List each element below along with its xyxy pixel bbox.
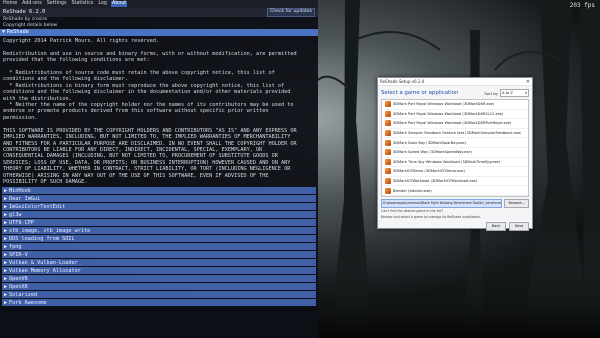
dialog-heading-row: Select a game or application Sort by A t…	[378, 86, 532, 99]
list-item-label: 3DMark Port Royal Windows Workload (3DMa…	[393, 121, 512, 126]
section-header[interactable]: ▶ MinHook	[2, 187, 316, 195]
list-item[interactable]: 3DMark Port Royal Windows Workload (3DMa…	[382, 119, 528, 129]
section-header-label: gl3w	[9, 211, 22, 218]
fps-counter: 203 fps	[569, 2, 595, 9]
section-header[interactable]: ▶ Vulkan Memory Allocator	[2, 267, 316, 275]
list-item[interactable]: 3DMark Speed Way (3DMarkSpeedWay.exe)	[382, 148, 528, 158]
check-updates-button[interactable]: Check for updates	[267, 8, 315, 17]
section-header[interactable]: ▶ stb_image, stb_image_write	[2, 227, 316, 235]
reshade-title: ReShade 6.2.0	[3, 9, 46, 16]
list-item-label: 3DMarkICFWorkload (3DMarkICFWorkload.exe…	[393, 179, 478, 184]
list-item-label: 3DMark Time Spy Windows Workload (3DMark…	[393, 159, 501, 164]
list-item-label: 3DMark Sampler Feedback Feature test (3D…	[393, 131, 522, 136]
sort-dropdown[interactable]: A to Z ▾	[500, 89, 529, 97]
menu-item-2[interactable]: Settings	[46, 1, 68, 7]
reshade-setup-dialog: ReShade Setup v6.2.0 ✕ Select a game or …	[377, 77, 533, 231]
section-header[interactable]: ▶ SPIR-V	[2, 251, 316, 259]
section-header-label: Vulkan & Vulkan-Loader	[9, 259, 78, 266]
section-header-label: ImGuiColorTextEdit	[9, 203, 66, 210]
chevron-down-icon: ▾	[525, 91, 527, 95]
list-item-label: Blender (blender.exe)	[393, 188, 432, 193]
application-icon	[385, 168, 391, 175]
application-list[interactable]: 3DMark Port Royal Windows Workload (3DMa…	[381, 99, 529, 197]
menu-item-1[interactable]: Add-ons	[21, 1, 43, 7]
list-item-label: 3DMark Speed Way (3DMarkSpeedWay.exe)	[393, 150, 472, 155]
section-header[interactable]: ▶ ImGuiColorTextEdit	[2, 203, 316, 211]
hint-text-1: Can't find the desired game in the list?	[381, 209, 444, 213]
dialog-window-title: ReShade Setup v6.2.0	[380, 79, 425, 84]
section-header[interactable]: ▶ OpenVR	[2, 275, 316, 283]
path-input[interactable]: D:\steamapps\common\Black Myth Wukong Be…	[381, 199, 503, 208]
third-party-sections: ▶ MinHook ▶ Dear ImGui ▶ ImGuiColorTextEdit ▶ g…	[0, 187, 318, 307]
menu-item-3[interactable]: Statistics	[70, 1, 94, 7]
section-header-label: stb_image, stb_image_write	[9, 227, 91, 234]
list-item[interactable]: 3DMarkICFDemo (3DMarkICFDemo.exe)	[382, 167, 528, 177]
section-header-label: OpenVR	[9, 275, 28, 282]
list-item-label: 3DMark Solar Bay (3DMarkSolarBay.exe)	[393, 140, 466, 145]
section-header[interactable]: ▶ UTF8-CPP	[2, 219, 316, 227]
section-header[interactable]: ▶ OpenXR	[2, 283, 316, 291]
list-item-label: 3DMark Port Royal Windows Workload (3DMa…	[393, 111, 504, 116]
sort-label: Sort by	[484, 90, 498, 96]
section-header-label: Solarized	[9, 291, 38, 298]
list-item[interactable]: 3DMark Solar Bay (3DMarkSolarBay.exe)	[382, 138, 528, 148]
section-header[interactable]: ▶ gl3w	[2, 211, 316, 219]
section-header[interactable]: ▶ Vulkan & Vulkan-Loader	[2, 259, 316, 267]
list-item[interactable]: 3DMark Port Royal Windows Workload (3DMa…	[382, 100, 528, 110]
dialog-heading: Select a game or application	[381, 90, 459, 96]
section-header[interactable]: ▶ fpng	[2, 243, 316, 251]
hint-text-2: Browse and select a game to manage its R…	[381, 215, 481, 219]
reshade-license-header-label: ReShade	[7, 29, 29, 36]
list-item-label: 3DMark Port Royal Windows Workload (3DMa…	[393, 102, 495, 107]
section-header-label: MinHook	[9, 187, 31, 194]
application-icon	[385, 139, 391, 146]
application-icon	[385, 149, 391, 156]
list-item[interactable]: 3DMarkICFWorkload (3DMarkICFWorkload.exe…	[382, 177, 528, 187]
list-item-label: 3DMarkICFDemo (3DMarkICFDemo.exe)	[393, 169, 465, 174]
section-header[interactable]: ▶ Dear ImGui	[2, 195, 316, 203]
section-header-label: fpng	[9, 243, 22, 250]
reshade-title-row: ReShade 6.2.0 Check for updates	[0, 8, 318, 17]
application-icon	[385, 178, 391, 185]
close-icon[interactable]: ✕	[526, 79, 530, 85]
section-header-label: SPIR-V	[9, 251, 28, 258]
application-icon	[385, 110, 391, 117]
section-header[interactable]: ▶ Solarized	[2, 291, 316, 299]
browse-button[interactable]: Browse...	[504, 199, 529, 208]
section-header-label: Vulkan Memory Allocator	[9, 267, 81, 274]
path-row: D:\steamapps\common\Black Myth Wukong Be…	[381, 199, 529, 208]
dialog-footer: Back Next	[381, 222, 529, 231]
section-header-label: DDS loading from SOIL	[9, 235, 75, 242]
section-header-label: Fork Awesome	[9, 299, 47, 306]
license-text: Copyright 2014 Patrick Mours. All rights…	[3, 38, 297, 185]
list-item[interactable]: 3DMark Sampler Feedback Feature test (3D…	[382, 129, 528, 139]
section-header-label: OpenXR	[9, 283, 28, 290]
reshade-license-header[interactable]: ▼ ReShade	[0, 29, 318, 36]
reshade-overlay: Home Add-ons Settings Statistics Log About Re…	[0, 0, 318, 338]
application-icon	[385, 101, 391, 108]
application-icon	[385, 120, 391, 127]
menu-item-4[interactable]: Log	[97, 1, 108, 7]
section-header[interactable]: ▶ Fork Awesome	[2, 299, 316, 307]
list-item[interactable]: Blender (blender.exe)	[382, 186, 528, 196]
dialog-titlebar[interactable]: ReShade Setup v6.2.0 ✕	[378, 78, 532, 86]
next-button[interactable]: Next	[509, 222, 529, 231]
menu-item-5[interactable]: About	[110, 0, 128, 8]
reshade-menubar: Home Add-ons Settings Statistics Log About	[0, 0, 318, 8]
application-icon	[385, 187, 391, 194]
application-icon	[385, 130, 391, 137]
section-header-label: UTF8-CPP	[9, 219, 34, 226]
application-icon	[385, 158, 391, 165]
back-button[interactable]: Back	[486, 222, 506, 231]
sort-value: A to Z	[502, 91, 513, 95]
list-item[interactable]: 3DMark Port Royal Windows Workload (3DMa…	[382, 110, 528, 120]
section-header-label: Dear ImGui	[9, 195, 41, 202]
list-item[interactable]: 3DMark Time Spy Windows Workload (3DMark…	[382, 158, 528, 168]
section-header[interactable]: ▶ DDS loading from SOIL	[2, 235, 316, 243]
menu-item-0[interactable]: Home	[2, 1, 18, 7]
